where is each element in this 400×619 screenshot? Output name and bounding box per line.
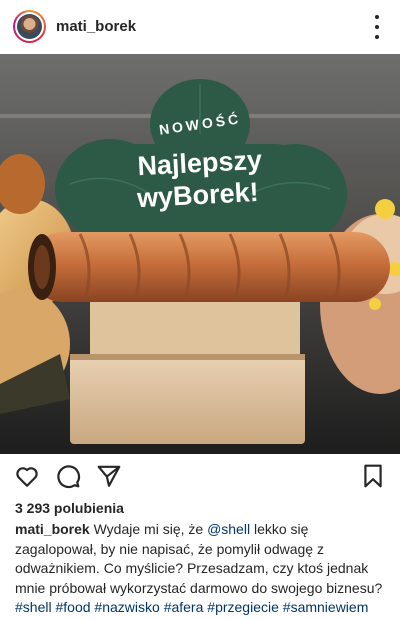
post-image[interactable]: NOWOŚĆ Najlepszy wyBorek! xyxy=(0,54,400,454)
hashtag-link[interactable]: #food xyxy=(55,599,90,615)
hashtag-link[interactable]: #afera xyxy=(164,599,204,615)
comment-icon[interactable] xyxy=(55,463,81,489)
post-header: mati_borek xyxy=(0,0,400,54)
hashtag-link[interactable]: #nazwisko xyxy=(94,599,159,615)
paper-plane-icon[interactable] xyxy=(96,463,122,489)
sign-line2-text: wyBorek! xyxy=(135,177,259,213)
caption-username[interactable]: mati_borek xyxy=(15,521,90,537)
heart-icon[interactable] xyxy=(14,463,40,489)
hashtag-link[interactable]: #samniewiem xyxy=(283,599,369,615)
more-options-icon[interactable] xyxy=(372,15,382,39)
hashtag-link[interactable]: #shell xyxy=(15,599,52,615)
hashtag-link[interactable]: #przegiecie xyxy=(207,599,279,615)
action-bar xyxy=(0,455,400,499)
caption-text-1: Wydaje mi się, że xyxy=(89,521,208,537)
post-photo-illustration: NOWOŚĆ Najlepszy wyBorek! xyxy=(0,54,400,454)
post-username[interactable]: mati_borek xyxy=(56,18,136,35)
avatar[interactable] xyxy=(13,10,46,43)
mention-link[interactable]: @shell xyxy=(207,521,250,537)
bookmark-icon[interactable] xyxy=(360,463,386,489)
post-caption: mati_borek Wydaje mi się, że @shell lekk… xyxy=(15,520,387,618)
likes-count[interactable]: 3 293 polubienia xyxy=(15,500,124,516)
